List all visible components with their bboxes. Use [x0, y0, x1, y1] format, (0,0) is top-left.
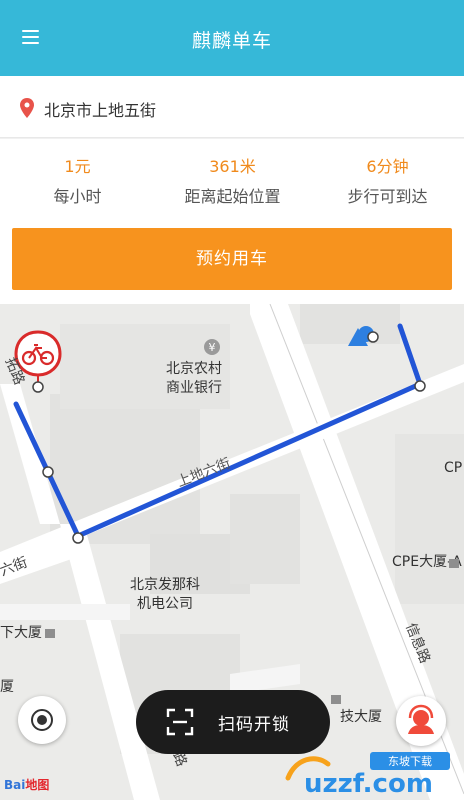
- reserve-button[interactable]: 预约用车: [12, 228, 452, 290]
- building-icon: [45, 629, 55, 638]
- map-label-building-left2: 厦: [0, 679, 14, 695]
- map-label-cp-edge: CP: [444, 460, 463, 476]
- location-bar[interactable]: 北京市上地五街: [0, 76, 464, 138]
- map-label-building-bottom: 技大厦: [340, 709, 382, 725]
- stat-value: 361米: [209, 157, 256, 176]
- map-label-company: 北京发那科 机电公司: [130, 577, 200, 612]
- building-icon: [449, 559, 459, 568]
- location-address: 北京市上地五街: [44, 101, 157, 120]
- baidu-map-logo: Bai地图: [4, 776, 49, 793]
- uzzf-watermark-logo: 东坡下载 uzzf.com: [285, 752, 450, 796]
- baidu-brand: Bai: [4, 778, 26, 792]
- customer-service-button[interactable]: [396, 696, 446, 746]
- stat-walk-time: 6分钟 步行可到达: [310, 153, 464, 207]
- customer-service-icon: [408, 704, 434, 734]
- app-header: 麒麟单车: [0, 0, 464, 76]
- locate-icon-dot: [37, 715, 47, 725]
- user-location-icon: [348, 326, 379, 346]
- building-icon: [331, 695, 341, 704]
- stat-label: 步行可到达: [347, 187, 428, 206]
- stat-distance: 361米 距离起始位置: [155, 153, 310, 207]
- svg-text:uzzf.com: uzzf.com: [304, 769, 433, 796]
- ride-stats: 1元 每小时 361米 距离起始位置 6分钟 步行可到达: [0, 139, 464, 212]
- baidu-suffix: 地图: [25, 778, 50, 792]
- svg-text:¥: ¥: [209, 341, 216, 354]
- map-label-bank: 北京农村 商业银行: [166, 361, 222, 396]
- map-label-building-left: 下大厦: [0, 625, 42, 641]
- svg-text:东坡下载: 东坡下载: [388, 755, 432, 768]
- stat-label: 每小时: [53, 187, 102, 206]
- stat-label: 距离起始位置: [184, 187, 281, 206]
- scan-unlock-label: 扫码开锁: [218, 715, 290, 735]
- locate-button[interactable]: [18, 696, 66, 744]
- page-title: 麒麟单车: [191, 30, 272, 52]
- reserve-area: 预约用车: [0, 212, 464, 304]
- scan-unlock-button[interactable]: 扫码开锁: [136, 690, 330, 754]
- map-pin-icon: [20, 98, 34, 118]
- stat-value: 1元: [64, 157, 91, 176]
- stat-price: 1元 每小时: [0, 153, 155, 207]
- scan-icon: [166, 708, 194, 736]
- stat-value: 6分钟: [366, 157, 409, 176]
- bank-icon: ¥: [204, 339, 220, 355]
